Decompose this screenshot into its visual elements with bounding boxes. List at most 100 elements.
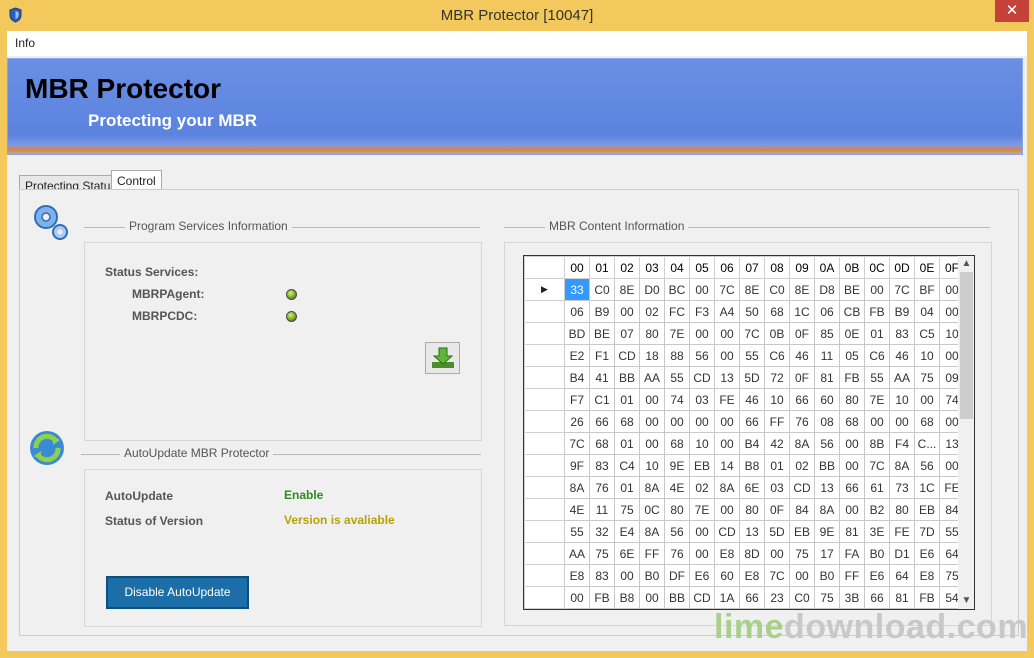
row-header-cell[interactable] (524, 586, 565, 609)
mbr-hex-grid[interactable]: 00 01 02 03 04 05 06 07 08 09 0A 0B 0C 0D 0E 0F ▶ 33 C0 8E… (523, 255, 975, 610)
hex-cell[interactable]: AA (564, 542, 590, 565)
disable-autoupdate-button[interactable]: Disable AutoUpdate (106, 576, 249, 609)
hex-cell[interactable]: CD (689, 366, 715, 389)
hex-cell[interactable]: 42 (764, 432, 790, 455)
hex-cell[interactable]: BF (914, 278, 940, 301)
hex-cell[interactable]: B2 (864, 498, 890, 521)
hex-cell[interactable]: BD (564, 322, 590, 345)
hex-cell[interactable]: 68 (839, 410, 865, 433)
hex-cell[interactable]: 73 (889, 476, 915, 499)
hex-cell[interactable]: FB (864, 300, 890, 323)
scroll-down-arrow-icon[interactable]: ▼ (958, 593, 974, 609)
hex-cell[interactable]: 41 (589, 366, 615, 389)
hex-cell[interactable]: 00 (639, 432, 665, 455)
hex-cell[interactable]: C... (914, 432, 940, 455)
row-header-cell[interactable] (524, 498, 565, 521)
hex-cell[interactable]: 06 (564, 300, 590, 323)
hex-cell[interactable]: BB (614, 366, 640, 389)
hex-cell[interactable]: 72 (764, 366, 790, 389)
hex-cell[interactable]: E8 (914, 564, 940, 587)
hex-cell[interactable]: F1 (589, 344, 615, 367)
hex-cell[interactable]: 00 (614, 300, 640, 323)
hex-cell[interactable]: 26 (564, 410, 590, 433)
grid-vertical-scrollbar[interactable]: ▲ ▼ (958, 256, 974, 609)
hex-cell[interactable]: FF (639, 542, 665, 565)
hex-cell[interactable]: 00 (889, 410, 915, 433)
hex-cell[interactable]: 8D (739, 542, 765, 565)
hex-cell[interactable]: 10 (764, 388, 790, 411)
hex-row[interactable]: E2 F1 CD 18 88 56 00 55 C6 46 11 05 C6 46 10 00 (524, 344, 965, 367)
hex-cell[interactable]: 5D (764, 520, 790, 543)
hex-row[interactable]: E8 83 00 B0 DF E6 60 E8 7C 00 B0 FF E6 64 E8 75 (524, 564, 965, 587)
hex-cell[interactable]: 10 (914, 344, 940, 367)
menu-item-info[interactable]: Info (15, 36, 35, 50)
hex-cell[interactable]: 23 (764, 586, 790, 609)
hex-cell[interactable]: BB (664, 586, 690, 609)
hex-cell[interactable]: 00 (714, 322, 740, 345)
hex-cell[interactable]: 1C (914, 476, 940, 499)
download-update-button[interactable] (425, 342, 460, 374)
hex-cell[interactable]: 66 (789, 388, 815, 411)
hex-cell[interactable]: B0 (639, 564, 665, 587)
hex-column-header[interactable]: 04 (664, 256, 690, 279)
hex-column-header[interactable]: 06 (714, 256, 740, 279)
hex-cell[interactable]: E6 (864, 564, 890, 587)
hex-row[interactable]: 7C 68 01 00 68 10 00 B4 42 8A 56 00 8B F4 C... 13 (524, 432, 965, 455)
hex-cell[interactable]: CB (839, 300, 865, 323)
close-button[interactable]: ✕ (995, 0, 1029, 22)
hex-cell[interactable]: 00 (564, 586, 590, 609)
hex-column-header[interactable]: 08 (764, 256, 790, 279)
hex-column-header[interactable]: 09 (789, 256, 815, 279)
hex-cell[interactable]: 02 (639, 300, 665, 323)
hex-column-header[interactable]: 0E (914, 256, 940, 279)
hex-cell[interactable]: DF (664, 564, 690, 587)
row-header-cell[interactable] (524, 564, 565, 587)
hex-cell[interactable]: 60 (814, 388, 840, 411)
hex-cell[interactable]: 0C (639, 498, 665, 521)
hex-cell[interactable]: 7C (564, 432, 590, 455)
row-header-cell[interactable] (524, 520, 565, 543)
hex-cell[interactable]: 80 (839, 388, 865, 411)
hex-cell[interactable]: B9 (589, 300, 615, 323)
hex-cell[interactable]: 8A (564, 476, 590, 499)
row-header-cell[interactable] (524, 344, 565, 367)
hex-cell[interactable]: 56 (914, 454, 940, 477)
hex-cell[interactable]: 88 (664, 344, 690, 367)
hex-cell[interactable]: 83 (589, 564, 615, 587)
hex-cell[interactable]: 01 (614, 476, 640, 499)
row-header-cell[interactable] (524, 432, 565, 455)
hex-cell[interactable]: D0 (639, 278, 665, 301)
hex-cell[interactable]: BE (589, 322, 615, 345)
hex-cell[interactable]: 8A (714, 476, 740, 499)
hex-column-header[interactable]: 0B (839, 256, 865, 279)
hex-cell[interactable]: 56 (689, 344, 715, 367)
row-header-cell[interactable] (524, 454, 565, 477)
hex-cell[interactable]: 10 (889, 388, 915, 411)
hex-cell[interactable]: 0E (839, 322, 865, 345)
hex-cell[interactable]: 03 (764, 476, 790, 499)
hex-cell[interactable]: 7C (764, 564, 790, 587)
hex-row[interactable]: 06 B9 00 02 FC F3 A4 50 68 1C 06 CB FB B9 04 00 (524, 300, 965, 323)
hex-cell[interactable]: 66 (739, 410, 765, 433)
hex-cell[interactable]: 75 (814, 586, 840, 609)
hex-cell[interactable]: 46 (889, 344, 915, 367)
hex-cell[interactable]: FE (714, 388, 740, 411)
hex-cell[interactable]: 3B (839, 586, 865, 609)
hex-cell[interactable]: 00 (864, 278, 890, 301)
hex-cell[interactable]: E2 (564, 344, 590, 367)
hex-cell[interactable]: 0F (789, 322, 815, 345)
hex-cell[interactable]: 06 (814, 300, 840, 323)
hex-row[interactable]: AA 75 6E FF 76 00 E8 8D 00 75 17 FA B0 D1 E6 64 (524, 542, 965, 565)
hex-cell[interactable]: E4 (614, 520, 640, 543)
hex-cell[interactable]: 00 (714, 432, 740, 455)
hex-cell[interactable]: FB (839, 366, 865, 389)
hex-cell[interactable]: C0 (789, 586, 815, 609)
hex-cell[interactable]: EB (789, 520, 815, 543)
hex-row[interactable]: F7 C1 01 00 74 03 FE 46 10 66 60 80 7E 10 00 74 (524, 388, 965, 411)
hex-row[interactable]: B4 41 BB AA 55 CD 13 5D 72 0F 81 FB 55 AA 75 09 (524, 366, 965, 389)
hex-cell[interactable]: 00 (839, 432, 865, 455)
hex-cell[interactable]: 50 (739, 300, 765, 323)
hex-cell[interactable]: 8A (889, 454, 915, 477)
row-header-cell[interactable] (524, 476, 565, 499)
hex-cell[interactable]: 81 (889, 586, 915, 609)
